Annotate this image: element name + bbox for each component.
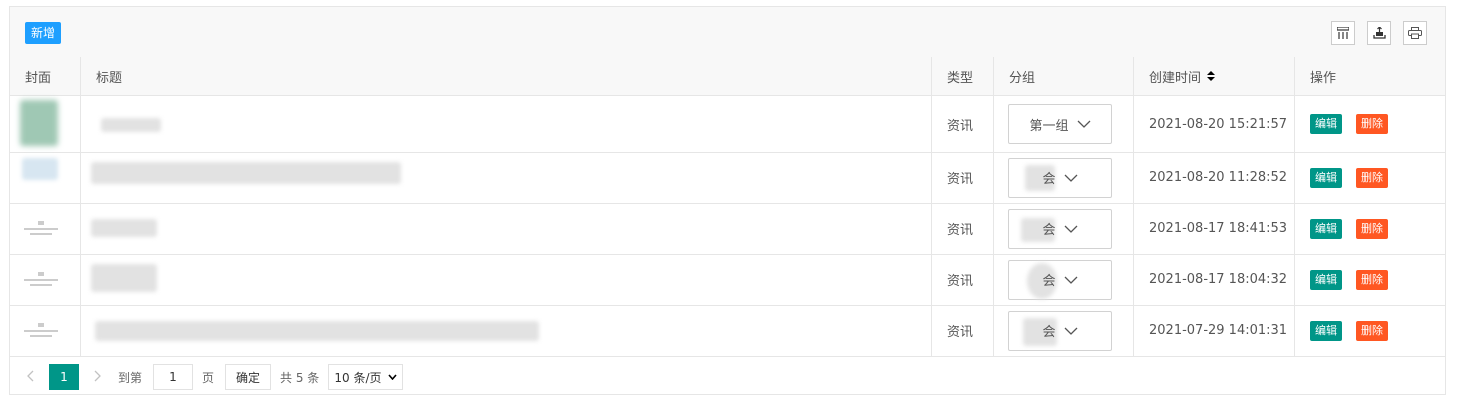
cover-thumbnail [10,203,81,254]
table-header: 封面 标题 类型 分组 创建时间 操作 [10,57,1445,96]
delete-button[interactable]: 删除 [1356,218,1388,239]
group-cell: 第一组 [994,96,1134,152]
group-select[interactable]: 会 [1008,310,1112,351]
title-cell [81,203,932,254]
header-created-label: 创建时间 [1149,70,1202,86]
cover-thumbnail [10,305,81,356]
group-select-value: 第一组 [1029,118,1069,134]
table-row: 资讯 第一组 2021-08-20 15:21:57 编辑 删除 [10,96,1445,153]
goto-page-input[interactable]: 1 [153,364,193,390]
sort-icon[interactable] [1207,71,1216,81]
chevron-down-icon [1064,327,1077,335]
goto-prefix: 到第 [118,371,143,385]
edit-button[interactable]: 编辑 [1310,114,1342,134]
header-actions: 操作 [1310,70,1337,86]
columns-icon[interactable] [1331,21,1355,45]
type-cell: 资讯 [932,305,994,356]
header-created[interactable]: 创建时间 [1134,57,1295,95]
export-icon[interactable] [1367,21,1391,45]
cover-thumbnail [10,152,81,203]
actions-cell: 编辑 删除 [1295,203,1445,254]
page-1-button[interactable]: 1 [49,364,79,390]
actions-cell: 编辑 删除 [1295,254,1445,305]
edit-button[interactable]: 编辑 [1310,320,1342,341]
table-row: 资讯 会 2021-08-17 18:41:53 编辑 删除 [10,203,1445,255]
created-cell: 2021-07-29 14:01:31 [1134,305,1295,356]
delete-button[interactable]: 删除 [1356,269,1388,290]
group-cell: 会 [994,203,1134,254]
type-cell: 资讯 [932,203,994,254]
print-icon[interactable] [1403,21,1427,45]
actions-cell: 编辑 删除 [1295,305,1445,356]
prev-page-icon[interactable] [26,370,34,382]
edit-button[interactable]: 编辑 [1310,218,1342,239]
table-row: 资讯 会 2021-07-29 14:01:31 编辑 删除 [10,305,1445,357]
created-cell: 2021-08-20 11:28:52 [1134,152,1295,203]
delete-button[interactable]: 删除 [1356,320,1388,341]
chevron-down-icon [1064,276,1077,284]
next-page-icon[interactable] [94,370,102,382]
group-select-value: 会 [1042,223,1056,238]
title-cell [81,305,932,356]
group-select[interactable]: 会 [1008,208,1112,249]
title-cell [81,96,932,152]
group-cell: 会 [994,305,1134,356]
created-cell: 2021-08-17 18:04:32 [1134,254,1295,305]
group-select-value: 会 [1042,325,1056,340]
created-cell: 2021-08-17 18:41:53 [1134,203,1295,254]
chevron-down-icon [1064,225,1077,233]
edit-button[interactable]: 编辑 [1310,269,1342,290]
actions-cell: 编辑 删除 [1295,96,1445,152]
group-select[interactable]: 会 [1008,157,1112,198]
cover-thumbnail [10,96,81,152]
add-button[interactable]: 新增 [25,22,62,44]
table-row: 资讯 会 2021-08-20 11:28:52 编辑 删除 [10,152,1445,204]
group-select-value: 会 [1042,274,1056,289]
type-cell: 资讯 [932,254,994,305]
delete-button[interactable]: 删除 [1356,167,1388,188]
page-size-select[interactable]: 10 条/页 [328,364,403,390]
chevron-down-icon [387,374,397,380]
table-row: 资讯 会 2021-08-17 18:04:32 编辑 删除 [10,254,1445,306]
data-table-panel: 新增 封面 标题 类型 分组 创建时间 操作 资讯 第一组 2021-08-20… [9,6,1446,395]
title-cell [81,254,932,305]
header-group: 分组 [994,57,1134,95]
confirm-page-button[interactable]: 确定 [225,364,271,390]
group-cell: 会 [994,152,1134,203]
edit-button[interactable]: 编辑 [1310,167,1342,188]
page-size-value: 10 条/页 [334,370,382,385]
total-count: 共 5 条 [280,371,320,385]
title-cell [81,152,932,203]
header-type: 类型 [932,57,994,95]
created-cell: 2021-08-20 15:21:57 [1134,96,1295,152]
actions-cell: 编辑 删除 [1295,152,1445,203]
chevron-down-icon [1064,174,1077,182]
group-cell: 会 [994,254,1134,305]
pagination: 1 到第 1 页 确定 共 5 条 10 条/页 [10,357,1445,395]
table-toolbar: 新增 [10,7,1445,58]
type-cell: 资讯 [932,152,994,203]
group-select[interactable]: 第一组 [1008,104,1112,144]
group-select[interactable]: 会 [1008,259,1112,300]
type-cell: 资讯 [932,96,994,152]
chevron-down-icon [1077,120,1090,128]
header-cover: 封面 [10,57,81,95]
goto-suffix: 页 [202,371,215,385]
cover-thumbnail [10,254,81,305]
delete-button[interactable]: 删除 [1356,114,1388,134]
group-select-value: 会 [1042,172,1056,187]
header-title: 标题 [81,57,932,95]
